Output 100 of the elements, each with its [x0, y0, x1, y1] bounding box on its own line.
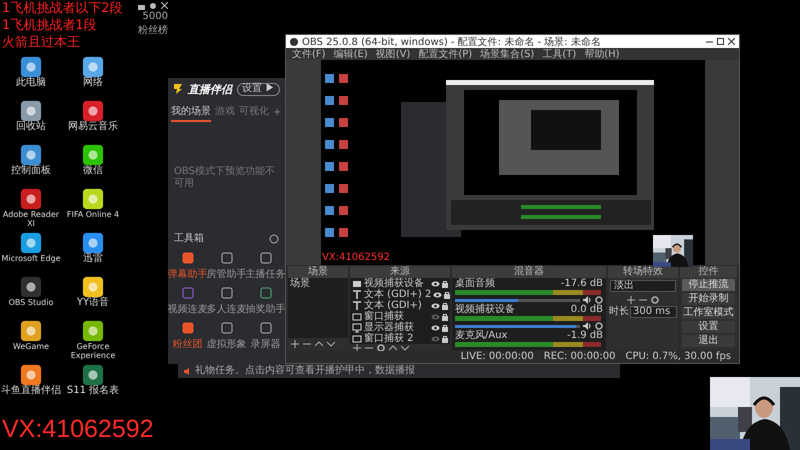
fan-ranking-link[interactable]: 粉丝榜	[138, 23, 168, 37]
scene-tab[interactable]: 我的场景	[171, 104, 211, 122]
source-item[interactable]: 窗口捕获	[364, 312, 429, 322]
app-icon[interactable]	[82, 56, 104, 78]
speaker-icon[interactable]	[583, 296, 592, 304]
add-icon[interactable]	[627, 296, 635, 304]
app-icon[interactable]	[20, 232, 42, 254]
settings-button[interactable]: 设置 ▶	[237, 82, 280, 96]
app-icon[interactable]	[20, 364, 42, 386]
control-button[interactable]: 退出	[682, 335, 735, 348]
tool-button[interactable]: 抽奖助手	[246, 287, 285, 316]
app-icon[interactable]	[20, 320, 42, 342]
preview-notice: OBS模式下预览功能不可用	[174, 166, 276, 190]
window-title: OBS 25.0.8 (64-bit, windows) - 配置文件: 未命名 - 场景: 未命名	[302, 36, 602, 48]
settings-icon[interactable]	[651, 296, 659, 304]
control-button[interactable]: 设置	[682, 321, 735, 334]
tool-button[interactable]: 主播任务	[246, 252, 285, 281]
icon-label: 回收站	[16, 122, 46, 132]
tool-button[interactable]: 多人连麦	[207, 287, 246, 316]
app-icon[interactable]	[82, 232, 104, 254]
source-item[interactable]: 显示器捕获	[364, 322, 429, 333]
icon-label: Microsoft Edge	[1, 254, 61, 263]
app-icon[interactable]	[20, 188, 42, 210]
app-icon[interactable]	[82, 276, 104, 298]
eye-icon[interactable]	[431, 302, 440, 309]
menu-item[interactable]: 帮助(H)	[584, 47, 620, 61]
source-item[interactable]: 视频捕获设备	[364, 278, 429, 289]
lock-icon[interactable]	[138, 2, 145, 10]
lock-icon[interactable]	[444, 290, 450, 299]
eye-icon[interactable]	[431, 324, 440, 331]
control-button[interactable]: 工作室模式	[682, 307, 735, 320]
app-icon[interactable]	[20, 100, 42, 122]
panel-title: 控件	[680, 266, 737, 278]
rec-status: REC: 00:00:00	[544, 352, 616, 362]
duration-field[interactable]: 300 ms	[630, 306, 677, 318]
overlay-text: 火箭且过本王	[2, 34, 80, 51]
close-icon[interactable]	[728, 38, 735, 45]
menu-item[interactable]: 视图(V)	[376, 47, 410, 61]
eye-icon[interactable]	[431, 280, 440, 287]
menu-item[interactable]: 编辑(E)	[334, 47, 368, 61]
app-icon[interactable]	[20, 144, 42, 166]
overlay-text: VX:41062592	[322, 252, 390, 264]
source-item[interactable]: 文本 (GDI+)	[364, 300, 429, 311]
tool-icon	[182, 287, 194, 299]
add-icon[interactable]	[291, 340, 299, 348]
up-icon[interactable]	[389, 345, 397, 352]
lock-icon[interactable]	[442, 312, 448, 321]
add-tab-button[interactable]: +	[273, 108, 282, 118]
settings-icon[interactable]	[149, 2, 157, 10]
tool-icon	[260, 287, 272, 299]
menu-item[interactable]: 配置文件(P)	[418, 47, 472, 61]
tool-icon	[220, 287, 232, 299]
add-icon[interactable]	[353, 344, 361, 352]
panel-title: 场景	[288, 266, 348, 278]
scene-item[interactable]: 场景	[290, 278, 310, 289]
overlay-text: 1飞机挑战者1段	[2, 17, 97, 34]
db-reading: 0.0 dB	[570, 305, 603, 316]
app-icon[interactable]	[82, 188, 104, 210]
window-icon	[352, 312, 362, 322]
menu-item[interactable]: 工具(T)	[542, 47, 576, 61]
app-icon[interactable]	[82, 144, 104, 166]
toolbox-title: 工具箱	[174, 234, 204, 244]
tool-button[interactable]: 录屏器	[246, 322, 285, 351]
tool-button[interactable]: 弹幕助手	[168, 252, 207, 281]
icon-label: 此电脑	[16, 78, 46, 88]
settings-icon[interactable]	[595, 322, 603, 330]
menu-item[interactable]: 文件(F)	[292, 47, 326, 61]
app-icon[interactable]	[82, 100, 104, 122]
close-icon[interactable]	[161, 2, 168, 9]
icon-label: 网易云音乐	[68, 122, 118, 132]
tool-button[interactable]: 房管助手	[207, 252, 246, 281]
up-icon[interactable]	[315, 341, 323, 348]
lock-icon[interactable]	[442, 280, 448, 288]
down-icon[interactable]	[401, 345, 409, 352]
tool-icon	[260, 322, 272, 334]
app-icon[interactable]	[82, 364, 104, 386]
tool-button[interactable]: 粉丝团	[168, 322, 207, 351]
tool-button[interactable]: 虚拟形象	[207, 322, 246, 351]
icon-label: Adobe Reader XI	[2, 210, 60, 228]
control-button[interactable]: 停止推流	[682, 279, 735, 292]
lock-icon[interactable]	[442, 302, 448, 310]
transition-select[interactable]: 淡出	[610, 280, 676, 292]
settings-icon[interactable]	[595, 296, 603, 304]
down-icon[interactable]	[327, 341, 335, 348]
app-icon[interactable]	[82, 320, 104, 342]
source-item[interactable]: 窗口捕获 2	[364, 334, 429, 344]
source-item[interactable]: 文本 (GDI+) 2	[364, 290, 432, 300]
lock-icon[interactable]	[442, 334, 448, 343]
control-button[interactable]: 开始录制	[682, 293, 735, 306]
menu-item[interactable]: 场景集合(S)	[480, 47, 534, 61]
lock-icon[interactable]	[442, 324, 448, 332]
volume-slider[interactable]	[455, 298, 580, 302]
app-icon[interactable]	[20, 56, 42, 78]
tool-button[interactable]: 视频连麦	[168, 287, 207, 316]
settings-icon[interactable]	[377, 344, 385, 352]
eye-icon[interactable]	[433, 292, 442, 298]
app-icon[interactable]	[20, 276, 42, 298]
maximize-icon[interactable]	[717, 38, 724, 45]
panel-title: 混音器	[452, 266, 606, 278]
speaker-icon[interactable]	[583, 322, 592, 330]
